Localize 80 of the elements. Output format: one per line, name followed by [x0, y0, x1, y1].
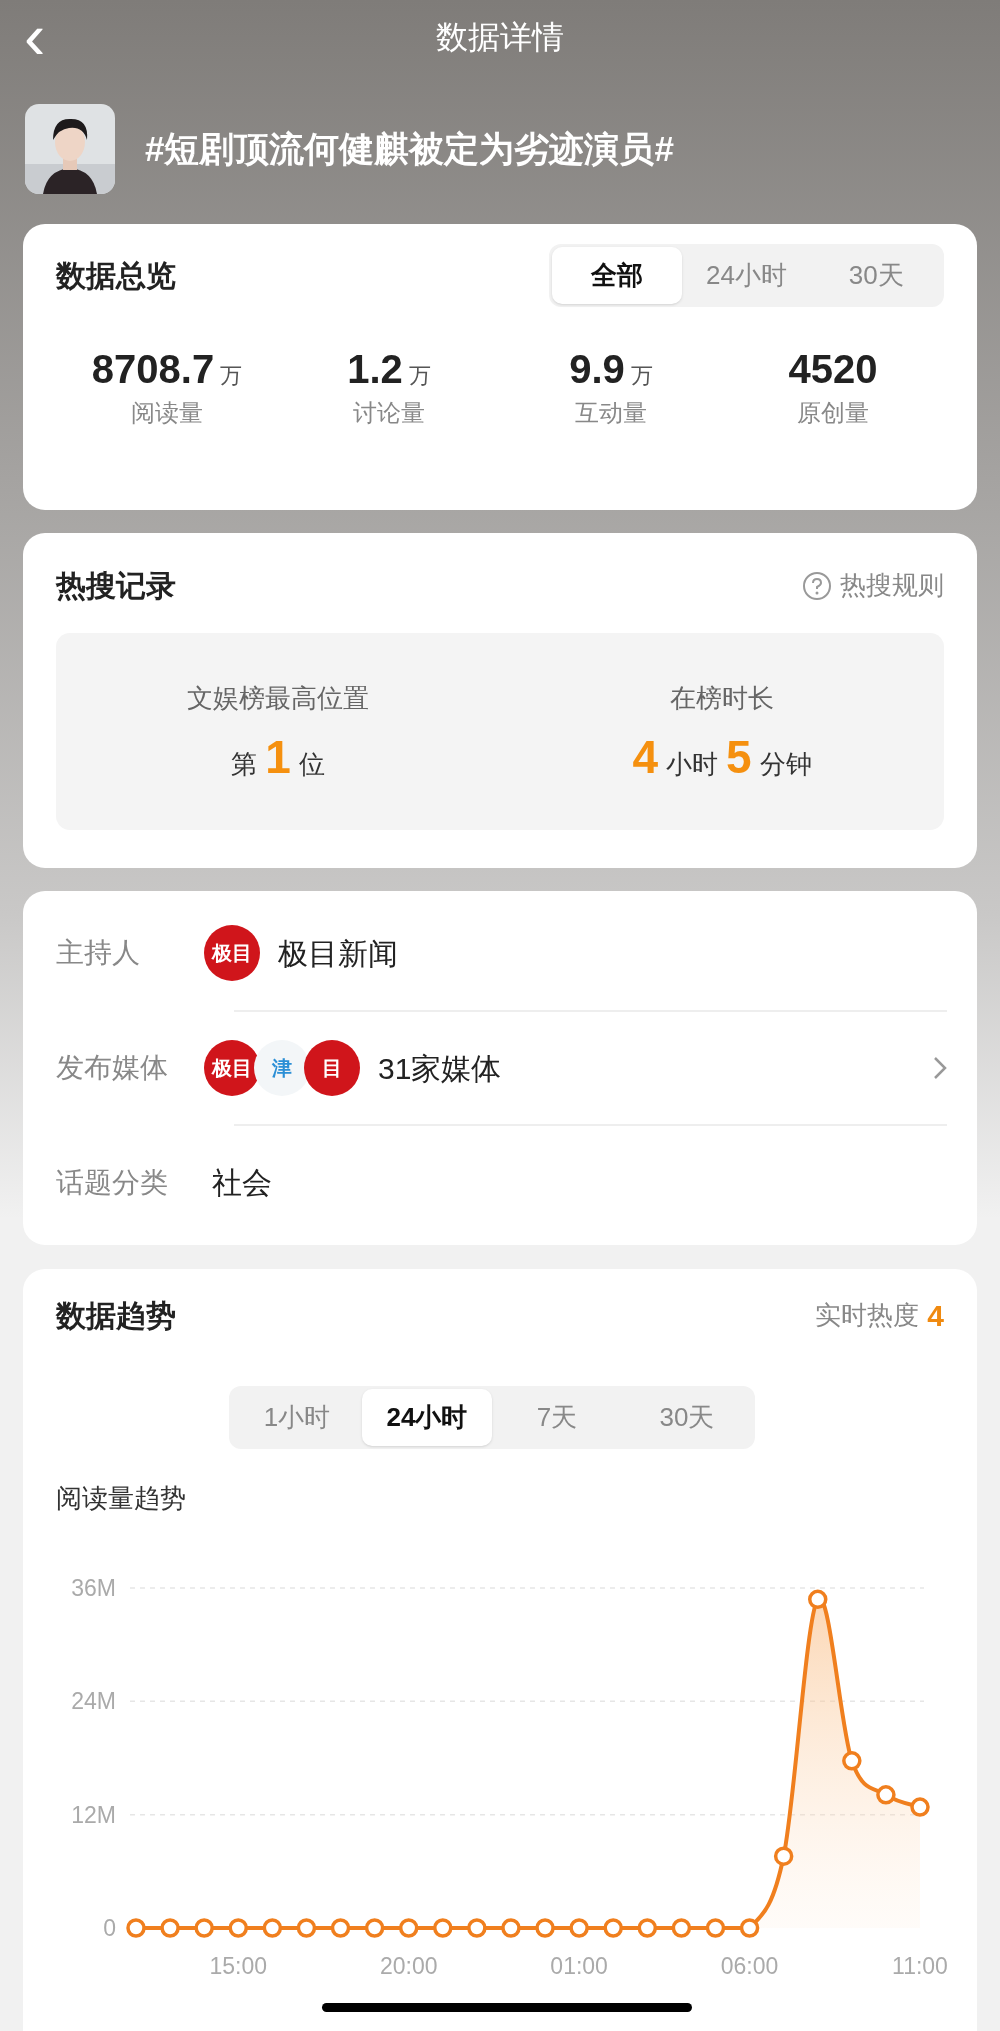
media-logo: 目: [304, 1040, 360, 1096]
info-value: 社会: [212, 1165, 273, 1202]
stat-value: 1.2: [347, 346, 403, 393]
range-tab[interactable]: 30天: [811, 247, 941, 304]
record-unit: 位: [298, 748, 325, 781]
rules-link[interactable]: 热搜规则: [802, 566, 944, 605]
stat-label: 原创量: [797, 398, 869, 428]
stat-unit: 万: [630, 362, 653, 390]
record-unit: 分钟: [759, 748, 812, 781]
data-point: [398, 1918, 419, 1938]
range-tab[interactable]: 1小时: [232, 1389, 362, 1446]
stat-unit: 万: [220, 362, 243, 390]
section-title: 数据趋势: [56, 1298, 176, 1334]
range-tab[interactable]: 7天: [492, 1389, 622, 1446]
axis-label: 24M: [71, 1688, 116, 1715]
data-point: [739, 1918, 760, 1938]
data-point: [160, 1918, 180, 1938]
section-title: 热搜记录: [56, 568, 176, 604]
axis-label: 06:00: [720, 1953, 779, 1979]
axis-label: 36M: [71, 1575, 116, 1601]
data-point: [910, 1797, 930, 1817]
record-number: 5: [726, 732, 752, 782]
data-point: [126, 1918, 146, 1938]
record-label: 在榜时长: [670, 682, 774, 715]
media-logo: 极目: [204, 925, 260, 982]
data-point: [194, 1918, 214, 1938]
record-number: 4: [632, 732, 658, 782]
data-point: [569, 1918, 589, 1938]
page-title: 数据详情: [436, 18, 564, 57]
stat-unit: 万: [408, 362, 431, 390]
stat-label: 讨论量: [353, 398, 425, 428]
data-point: [296, 1918, 317, 1938]
info-label: 发布媒体: [56, 1051, 169, 1085]
data-point: [705, 1918, 726, 1938]
range-tab[interactable]: 30天: [622, 1389, 752, 1446]
range-tab[interactable]: 24小时: [362, 1389, 492, 1446]
info-label: 话题分类: [56, 1165, 169, 1200]
stat-label: 互动量: [575, 398, 647, 428]
chevron-right-icon[interactable]: [933, 1056, 947, 1080]
data-point: [603, 1918, 623, 1938]
data-point: [808, 1589, 828, 1610]
axis-label: 11:00: [892, 1953, 948, 1979]
data-point: [433, 1918, 453, 1938]
record-unit: 第: [231, 748, 258, 781]
axis-label: 01:00: [550, 1953, 608, 1979]
heat-label: 实时热度: [815, 1299, 920, 1332]
back-button[interactable]: ‹: [24, 4, 46, 68]
data-point: [467, 1918, 487, 1938]
stat-value: 9.9: [569, 346, 625, 393]
stat-value: 4520: [788, 346, 878, 393]
record-label: 文娱榜最高位置: [187, 682, 369, 715]
data-point: [228, 1918, 248, 1938]
axis-label: 20:00: [379, 1953, 438, 1979]
data-point: [773, 1846, 794, 1866]
info-label: 主持人: [56, 936, 141, 971]
range-tab[interactable]: 24小时: [681, 247, 812, 304]
chart-title: 阅读量趋势: [55, 1482, 187, 1515]
data-point: [842, 1751, 862, 1771]
data-point: [330, 1918, 351, 1938]
heat-value: 4: [927, 1298, 944, 1334]
record-number: 1: [265, 732, 291, 782]
axis-label: 15:00: [209, 1953, 268, 1979]
axis-label: 0: [103, 1915, 116, 1941]
stat-label: 阅读量: [131, 398, 203, 428]
info-value: 31家媒体: [378, 1050, 503, 1087]
topic-title: #短剧顶流何健麒被定为劣迹演员#: [145, 127, 674, 170]
help-icon: [802, 570, 832, 601]
data-point: [364, 1918, 385, 1938]
stat-value: 8708.7: [91, 346, 215, 393]
data-point: [876, 1785, 896, 1805]
range-tab[interactable]: 全部: [552, 247, 682, 304]
data-point: [671, 1918, 692, 1938]
axis-label: 12M: [71, 1801, 116, 1828]
info-value: 极目新闻: [278, 935, 399, 972]
record-unit: 小时: [666, 748, 718, 781]
data-point: [262, 1918, 283, 1938]
data-point: [501, 1918, 521, 1938]
section-title: 数据总览: [56, 258, 176, 294]
data-point: [637, 1918, 658, 1938]
data-point: [535, 1918, 555, 1938]
